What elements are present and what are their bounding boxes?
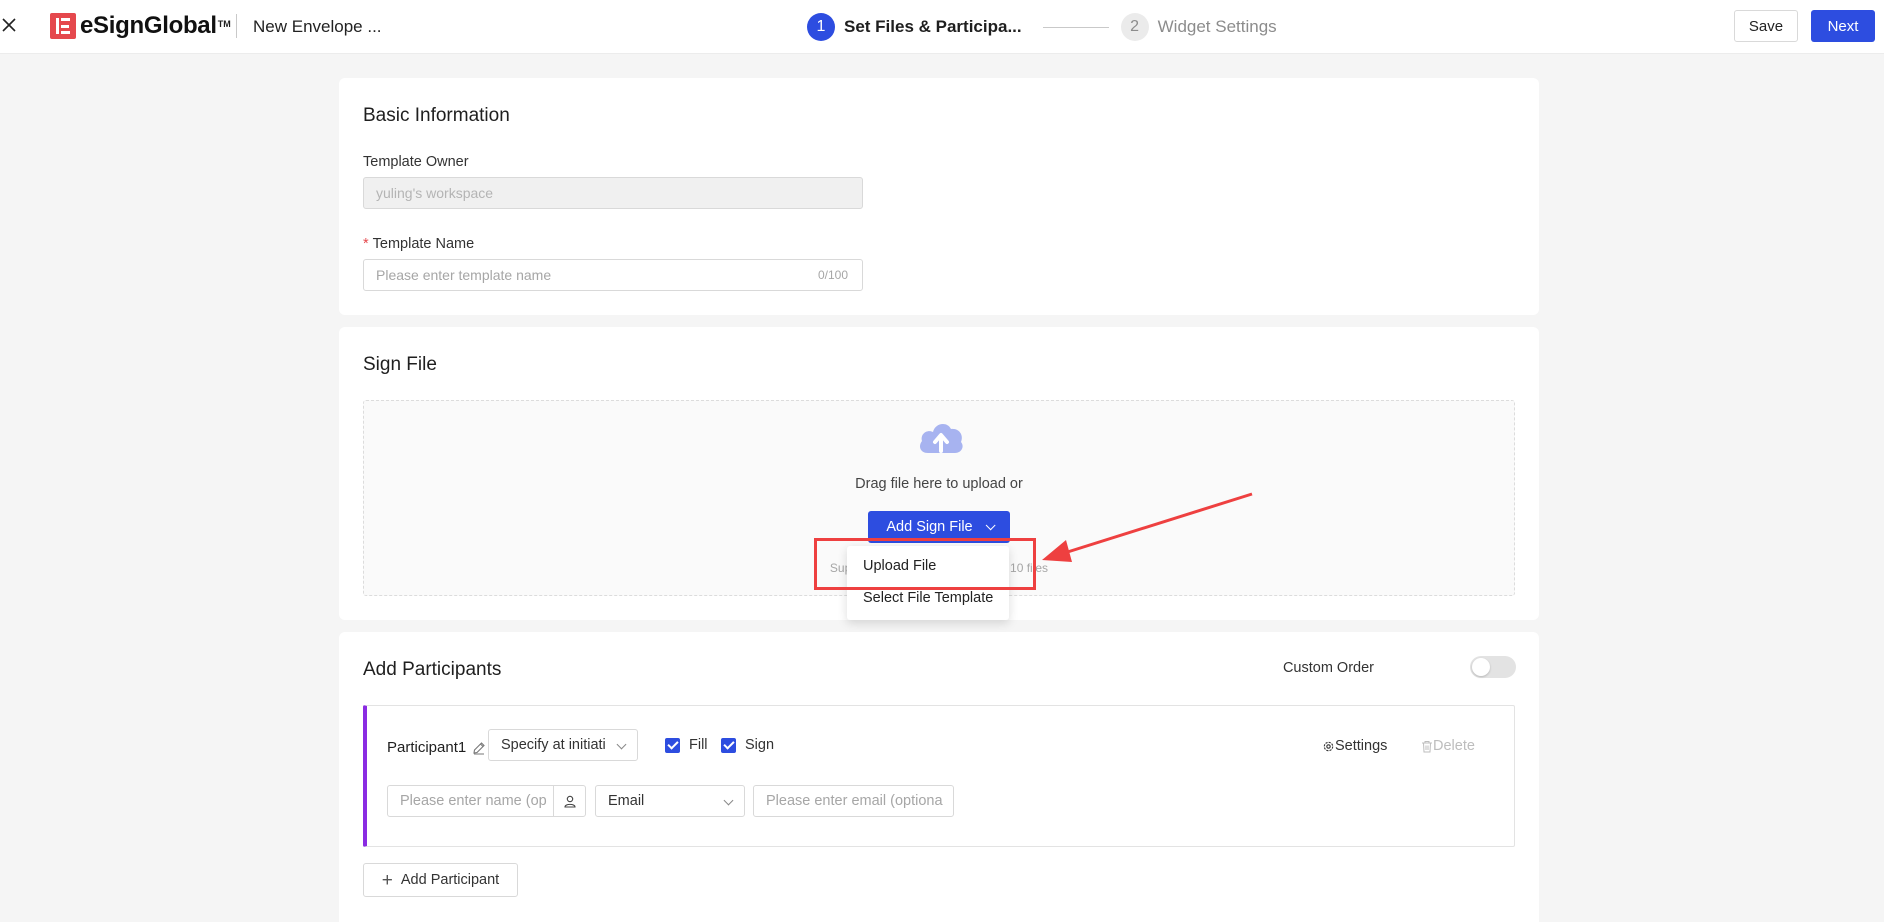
participant-email-input[interactable]: Please enter email (optiona	[753, 785, 954, 817]
template-name-label-text: Template Name	[372, 236, 475, 252]
header-divider	[236, 14, 237, 38]
chevron-down-icon	[723, 795, 734, 806]
step-connector	[1042, 26, 1109, 28]
envelope-title: New Envelope ...	[253, 17, 382, 36]
logo-text: eSignGlobal	[80, 12, 217, 39]
template-owner-value: yuling's workspace	[376, 185, 494, 201]
basic-information-title: Basic Information	[363, 105, 510, 126]
trash-icon	[1422, 740, 1432, 752]
checkbox-checked-icon	[665, 737, 680, 753]
participant-name-text: Participant1	[387, 739, 467, 756]
template-name-placeholder: Please enter template name	[376, 267, 552, 283]
participant-name-placeholder: Please enter name (op	[400, 793, 547, 809]
step-indicator: 1 Set Files & Participa... 2 Widget Sett…	[807, 13, 1277, 41]
participant-name: Participant1	[387, 739, 486, 756]
template-owner-field: yuling's workspace	[363, 177, 863, 209]
add-participants-title: Add Participants	[363, 659, 502, 680]
logo-mark-icon	[50, 13, 76, 39]
close-icon[interactable]	[0, 14, 18, 36]
custom-order-toggle[interactable]	[1470, 656, 1516, 678]
user-icon	[563, 795, 576, 808]
cloud-upload-icon	[920, 423, 963, 453]
sign-label: Sign	[745, 737, 775, 753]
top-header: eSignGlobal TM New Envelope ... 1 Set Fi…	[0, 0, 1884, 54]
contact-type-value: Email	[608, 793, 645, 809]
plus-icon: +	[381, 869, 393, 891]
participant-row: Participant1 Specify at initiati Fill Si…	[363, 705, 1515, 847]
required-mark: *	[363, 236, 369, 252]
add-participant-label: Add Participant	[400, 872, 500, 888]
participant-role-value: Specify at initiati	[501, 737, 606, 753]
participant-email-placeholder: Please enter email (optiona	[766, 793, 943, 809]
logo: eSignGlobal TM	[50, 12, 231, 40]
next-button[interactable]: Next	[1811, 10, 1875, 42]
participant-role-select[interactable]: Specify at initiati	[488, 729, 638, 761]
add-sign-file-label: Add Sign File	[886, 519, 973, 535]
template-name-input[interactable]: Please enter template name 0/100	[363, 259, 863, 291]
add-participants-card: Add Participants Custom Order Participan…	[339, 632, 1539, 922]
participant-settings-button[interactable]: Settings	[1322, 738, 1387, 754]
add-participant-button[interactable]: + Add Participant	[363, 863, 518, 897]
chevron-down-icon	[985, 519, 996, 530]
chevron-down-icon	[616, 739, 627, 750]
fill-checkbox[interactable]: Fill	[665, 737, 708, 753]
basic-information-card: Basic Information Template Owner yuling'…	[339, 78, 1539, 315]
template-name-label: * Template Name	[363, 236, 474, 252]
sign-checkbox[interactable]: Sign	[721, 737, 774, 753]
contact-type-select[interactable]: Email	[595, 785, 745, 817]
delete-label: Delete	[1433, 738, 1475, 754]
annotation-highlight-box	[814, 538, 1036, 590]
logo-trademark: TM	[217, 19, 231, 29]
save-button[interactable]: Save	[1734, 10, 1798, 42]
edit-pencil-icon[interactable]	[472, 741, 486, 755]
step-1-label[interactable]: Set Files & Participa...	[844, 17, 1022, 37]
fill-label: Fill	[689, 737, 708, 753]
sign-file-title: Sign File	[363, 354, 437, 375]
contact-picker-button[interactable]	[553, 785, 586, 817]
drag-hint-text: Drag file here to upload or	[855, 476, 1023, 492]
participant-name-input[interactable]: Please enter name (op	[387, 785, 554, 817]
step-2-number: 2	[1120, 13, 1149, 41]
gear-icon	[1323, 741, 1334, 751]
step-2-label[interactable]: Widget Settings	[1158, 17, 1277, 37]
menu-item-select-file-template[interactable]: Select File Template	[863, 590, 993, 606]
template-name-counter: 0/100	[817, 268, 848, 282]
annotation-arrow-icon	[1042, 492, 1253, 562]
custom-order-label: Custom Order	[1282, 660, 1374, 676]
checkbox-checked-icon	[721, 737, 736, 753]
template-owner-label: Template Owner	[363, 154, 469, 170]
participant-delete-button[interactable]: Delete	[1421, 738, 1475, 754]
step-1-number: 1	[807, 13, 835, 41]
settings-label: Settings	[1335, 738, 1388, 754]
